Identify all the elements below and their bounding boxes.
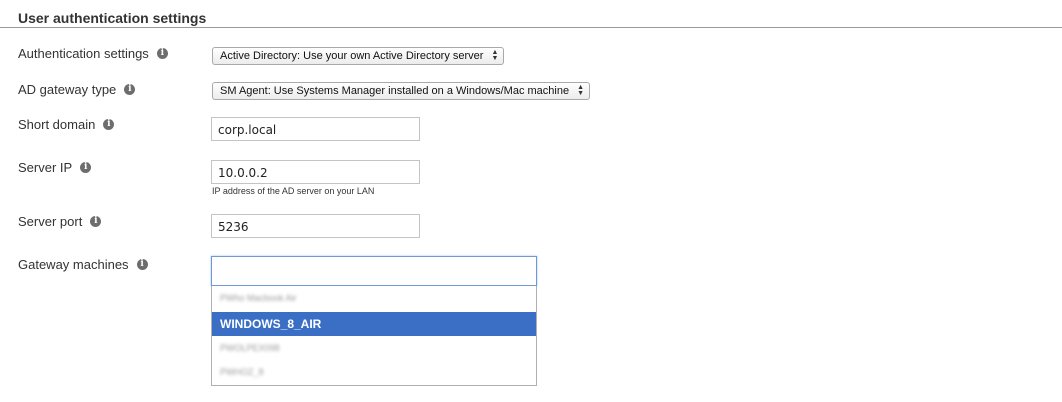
short-domain-row-label: Short domain i (18, 117, 115, 132)
up-down-arrows-icon: ▲ ▼ (491, 49, 499, 62)
info-icon[interactable]: i (136, 259, 148, 270)
info-icon[interactable]: i (124, 84, 136, 95)
up-down-arrows-icon: ▲ ▼ (577, 84, 585, 97)
gateway-option-selected[interactable]: WINDOWS_8_AIR (212, 312, 536, 336)
gateway-machines-dropdown: PWho Macbook Air WINDOWS_8_AIR PWOLPEX09… (211, 286, 537, 386)
ad-gateway-type-row-label: AD gateway type i (18, 82, 136, 97)
gateway-option[interactable]: PWOLPEX098 (212, 336, 536, 360)
info-icon[interactable]: i (80, 162, 92, 173)
gateway-machines-input[interactable] (211, 256, 537, 286)
gateway-option-label: PWOLPEX098 (220, 343, 280, 353)
short-domain-input[interactable]: corp.local (211, 117, 420, 141)
auth-settings-value: Active Directory: Use your own Active Di… (220, 50, 484, 62)
gateway-option-label: PWHOZ_8 (220, 367, 264, 377)
auth-settings-select[interactable]: Active Directory: Use your own Active Di… (212, 47, 505, 65)
server-ip-input[interactable]: 10.0.0.2 (211, 160, 420, 184)
gateway-machines-label: Gateway machines (18, 257, 129, 272)
ad-gateway-type-select[interactable]: SM Agent: Use Systems Manager installed … (212, 82, 591, 100)
gateway-option[interactable]: PWho Macbook Air (212, 286, 536, 310)
server-port-row-label: Server port i (18, 214, 102, 229)
server-ip-row-label: Server IP i (18, 160, 92, 175)
server-port-input[interactable]: 5236 (211, 214, 420, 238)
gateway-option-label: WINDOWS_8_AIR (220, 317, 322, 331)
gateway-option-label: PWho Macbook Air (220, 293, 297, 303)
info-icon[interactable]: i (90, 216, 102, 227)
short-domain-label: Short domain (18, 117, 96, 132)
ad-gateway-type-value: SM Agent: Use Systems Manager installed … (220, 85, 570, 97)
gateway-option[interactable]: PWHOZ_8 (212, 360, 536, 384)
auth-settings-row-label: Authentication settings i (18, 46, 168, 61)
server-ip-label: Server IP (18, 160, 73, 175)
info-icon[interactable]: i (156, 48, 168, 59)
server-port-label: Server port (18, 214, 83, 229)
server-ip-hint: IP address of the AD server on your LAN (212, 186, 375, 196)
info-icon[interactable]: i (103, 119, 115, 130)
section-divider (0, 27, 1062, 28)
gateway-machines-row-label: Gateway machines i (18, 257, 148, 272)
ad-gateway-type-label: AD gateway type (18, 82, 117, 97)
section-title: User authentication settings (18, 10, 207, 26)
auth-settings-label: Authentication settings (18, 46, 149, 61)
